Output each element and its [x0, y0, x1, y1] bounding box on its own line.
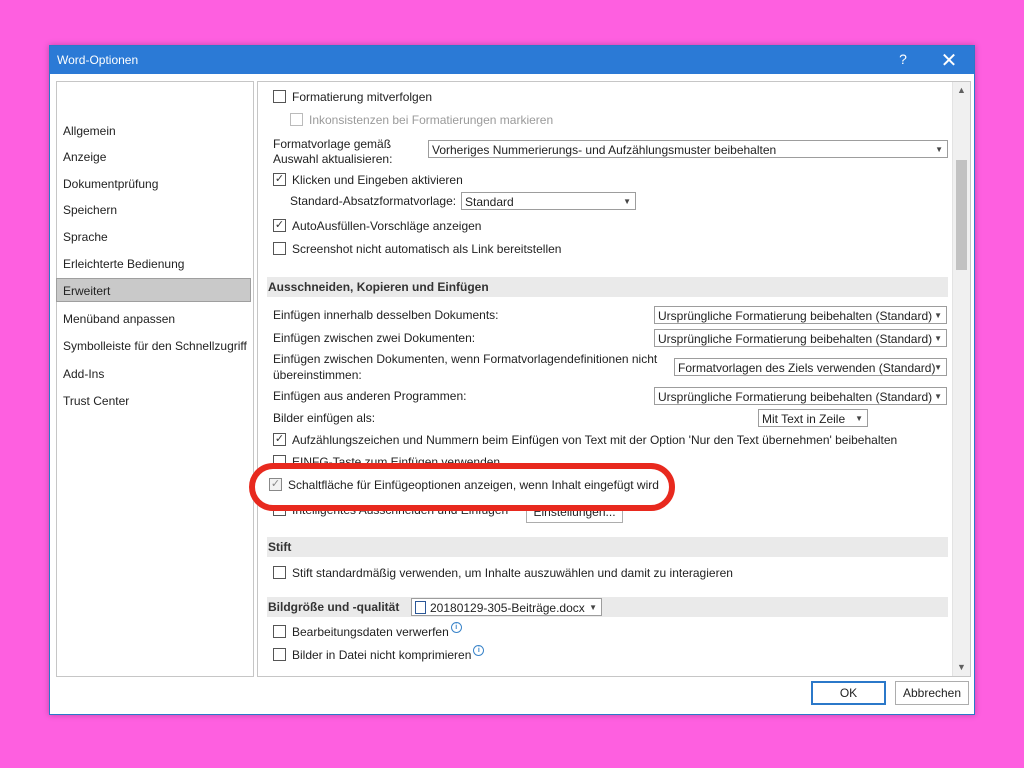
other-programs-label: Einfügen aus anderen Programmen: [273, 389, 467, 403]
option-no-compress[interactable]: Bilder in Datei nicht komprimieren i [273, 645, 485, 665]
option-bullets-keep[interactable]: ✓ Aufzählungszeichen und Nummern beim Ein… [273, 430, 897, 450]
pictures-label: Bilder einfügen als: [273, 411, 376, 425]
other-programs-select[interactable]: Ursprüngliche Formatierung beibehalten (… [654, 387, 947, 405]
section-pen: Stift [267, 537, 948, 557]
option-pen-default[interactable]: Stift standardmäßig verwenden, um Inhalt… [273, 563, 733, 583]
between-docs-select[interactable]: Ursprüngliche Formatierung beibehalten (… [654, 329, 947, 347]
nav-item-add-ins[interactable]: Add-Ins [57, 362, 253, 386]
option-click-and-type[interactable]: ✓ Klicken und Eingeben aktivieren [273, 170, 463, 190]
nav-item-speichern[interactable]: Speichern [57, 198, 253, 222]
default-para-select[interactable]: Standard ▼ [461, 192, 636, 210]
nav-item-menueband-anpassen[interactable]: Menüband anpassen [57, 307, 253, 331]
option-track-formatting[interactable]: Formatierung mitverfolgen [273, 87, 432, 107]
chevron-down-icon: ▼ [934, 311, 942, 320]
within-doc-label: Einfügen innerhalb desselben Dokuments: [273, 308, 499, 322]
chevron-down-icon: ▼ [934, 334, 942, 343]
options-content: Formatierung mitverfolgen Inkonsistenzen… [257, 81, 971, 677]
option-mark-inconsistencies: Inkonsistenzen bei Formatierungen markie… [290, 110, 553, 130]
close-button[interactable]: ✕ [938, 48, 960, 73]
chevron-down-icon: ▼ [935, 145, 943, 154]
checkbox-checked[interactable]: ✓ [273, 219, 286, 233]
scroll-down-icon[interactable]: ▼ [953, 659, 970, 676]
section-cut-copy-paste: Ausschneiden, Kopieren und Einfügen [267, 277, 948, 297]
nav-item-trust-center[interactable]: Trust Center [57, 389, 253, 413]
nav-item-erleichterte-bedienung[interactable]: Erleichterte Bedienung [57, 252, 253, 276]
word-document-icon [415, 601, 426, 615]
cancel-button[interactable]: Abbrechen [895, 681, 969, 705]
checkbox-unchecked[interactable] [273, 566, 286, 580]
option-autocomplete[interactable]: ✓ AutoAusfüllen-Vorschläge anzeigen [273, 216, 481, 236]
chevron-down-icon: ▼ [934, 363, 942, 372]
highlight-annotation: ✓ Schaltfläche für Einfügeoptionen anzeig… [249, 463, 675, 511]
nav-item-allgemein[interactable]: Allgemein [57, 119, 253, 143]
style-update-select[interactable]: Vorheriges Nummerierungs- und Aufzählung… [428, 140, 948, 158]
info-icon: i [450, 622, 462, 633]
category-nav: Allgemein Anzeige Dokumentprüfung Speich… [56, 81, 254, 677]
checkbox-unchecked[interactable] [273, 648, 286, 662]
checkbox-disabled [290, 113, 303, 127]
word-options-dialog: Word-Optionen ? ✕ Allgemein Anzeige Doku… [49, 45, 975, 715]
option-paste-options-button[interactable]: ✓ Schaltfläche für Einfügeoptionen anzeig… [269, 478, 659, 492]
between-docs-label: Einfügen zwischen zwei Dokumenten: [273, 331, 476, 345]
conflict-select[interactable]: Formatvorlagen des Ziels verwenden (Stan… [674, 358, 947, 376]
checkbox-unchecked[interactable] [273, 242, 286, 256]
checkbox-checked[interactable]: ✓ [269, 478, 282, 492]
vertical-scrollbar[interactable]: ▲ ▼ [952, 82, 970, 676]
scroll-thumb[interactable] [956, 160, 967, 270]
nav-item-symbolleiste[interactable]: Symbolleiste für den Schnellzugriff [57, 334, 253, 358]
title-bar: Word-Optionen ? ✕ [50, 46, 974, 74]
scroll-up-icon[interactable]: ▲ [953, 82, 970, 99]
chevron-down-icon: ▼ [589, 603, 597, 612]
conflict-label-2: übereinstimmen: [273, 368, 362, 382]
nav-item-dokumentpruefung[interactable]: Dokumentprüfung [57, 172, 253, 196]
chevron-down-icon: ▼ [934, 392, 942, 401]
checkbox-checked[interactable]: ✓ [273, 173, 286, 187]
info-icon: i [473, 645, 485, 656]
option-screenshot-link[interactable]: Screenshot nicht automatisch als Link be… [273, 239, 561, 259]
chevron-down-icon: ▼ [623, 197, 631, 206]
nav-item-erweitert[interactable]: Erweitert [56, 278, 251, 302]
nav-item-anzeige[interactable]: Anzeige [57, 145, 253, 169]
window-title: Word-Optionen [57, 53, 139, 67]
image-file-select[interactable]: 20180129-305-Beiträge.docx ▼ [411, 598, 602, 616]
help-button[interactable]: ? [896, 51, 910, 67]
pictures-select[interactable]: Mit Text in Zeile ▼ [758, 409, 868, 427]
ok-button[interactable]: OK [811, 681, 886, 705]
chevron-down-icon: ▼ [855, 414, 863, 423]
section-image-quality: Bildgröße und -qualität [267, 597, 948, 617]
within-doc-select[interactable]: Ursprüngliche Formatierung beibehalten (… [654, 306, 947, 324]
checkbox-checked[interactable]: ✓ [273, 433, 286, 447]
style-update-label-1: Formatvorlage gemäß [273, 137, 392, 151]
checkbox-unchecked[interactable] [273, 625, 286, 639]
option-discard-edit[interactable]: Bearbeitungsdaten verwerfen i [273, 622, 462, 642]
style-update-label-2: Auswahl aktualisieren: [273, 152, 393, 166]
default-para-label: Standard-Absatzformatvorlage: [290, 194, 457, 208]
conflict-label-1: Einfügen zwischen Dokumenten, wenn Forma… [273, 352, 658, 366]
nav-item-sprache[interactable]: Sprache [57, 225, 253, 249]
checkbox-unchecked[interactable] [273, 90, 286, 104]
